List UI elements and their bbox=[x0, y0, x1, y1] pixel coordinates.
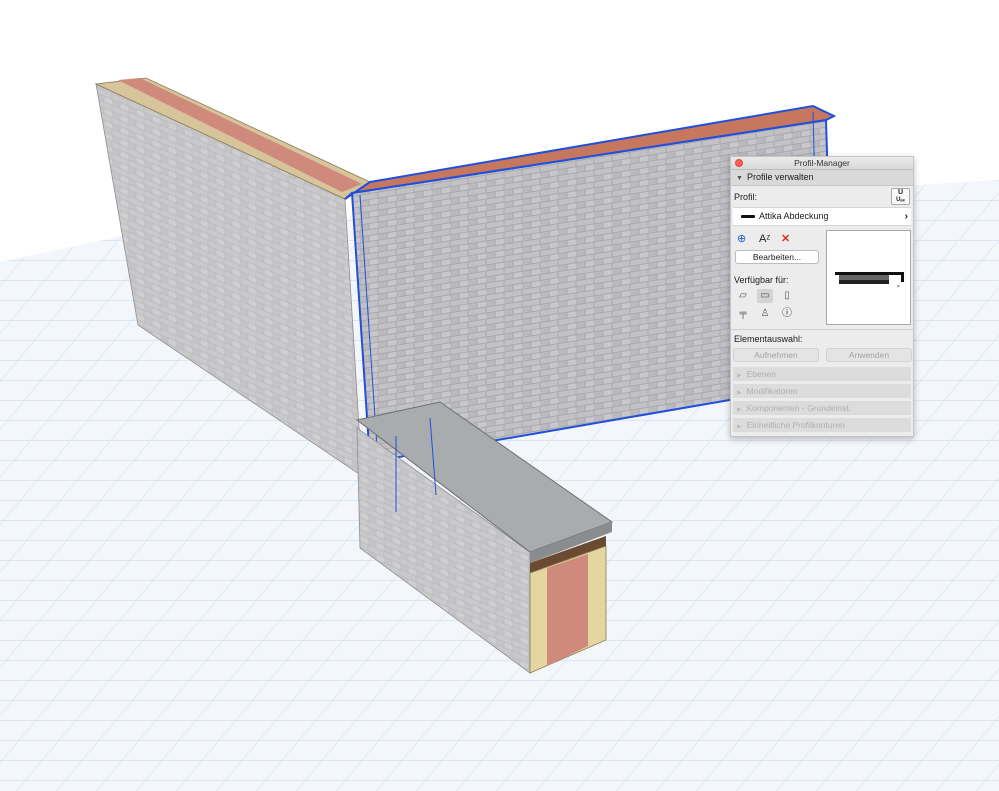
disclosure-closed-icon: ▶ bbox=[737, 373, 742, 379]
selection-label: Elementauswahl: bbox=[734, 334, 803, 344]
disclosure-closed-icon: ▶ bbox=[737, 424, 742, 430]
railing-icon[interactable]: ╤ bbox=[735, 307, 751, 321]
wall-icon[interactable]: ▱ bbox=[735, 289, 751, 303]
edit-button[interactable]: Bearbeiten... bbox=[735, 250, 819, 264]
delete-icon[interactable]: ✕ bbox=[781, 232, 790, 246]
disclosure-closed-icon: ▶ bbox=[737, 407, 742, 413]
column-icon[interactable]: ▯ bbox=[779, 289, 795, 303]
unit-display-text: Uₐₑ bbox=[896, 197, 905, 203]
disclosure-closed-icon: ▶ bbox=[737, 390, 742, 396]
add-icon[interactable]: ⊕ bbox=[737, 232, 746, 246]
section-ebenen-label: Ebenen bbox=[746, 369, 776, 379]
svg-text:×: × bbox=[897, 284, 900, 290]
available-label: Verfügbar für: bbox=[734, 275, 789, 285]
section-profile-verwalten[interactable]: ▼ Profile verwalten bbox=[731, 170, 913, 186]
section-modifikatoren[interactable]: ▶ Modifikatoren bbox=[733, 384, 911, 398]
close-icon[interactable] bbox=[735, 159, 743, 167]
profile-preview: × bbox=[826, 230, 911, 325]
profile-label: Profil: bbox=[734, 192, 758, 202]
section-title: Profile verwalten bbox=[746, 172, 814, 182]
chevron-right-icon: › bbox=[904, 211, 908, 222]
beam-icon[interactable]: ▭ bbox=[757, 289, 773, 303]
section-profilkonturen[interactable]: ▶ Einheitliche Profilkonturen bbox=[733, 418, 911, 432]
profile-row: Profil: U Uₐₑ bbox=[731, 186, 913, 205]
profile-selector[interactable]: Attika Abdeckung › bbox=[733, 207, 911, 226]
unit-display-icon[interactable]: U Uₐₑ bbox=[891, 188, 910, 205]
section-modifikatoren-label: Modifikatoren bbox=[746, 386, 798, 396]
take-button[interactable]: Aufnehmen bbox=[733, 348, 819, 362]
apply-button[interactable]: Anwenden bbox=[826, 348, 912, 362]
object-icon[interactable]: ♙ bbox=[757, 307, 773, 321]
info-icon[interactable]: ⓘ bbox=[779, 307, 795, 321]
available-for-icons: ▱ ▭ ▯ ╤ ♙ ⓘ bbox=[735, 289, 795, 325]
section-komponenten-label: Komponenten - Grundeinst. bbox=[746, 403, 852, 413]
profile-name: Attika Abdeckung bbox=[759, 211, 829, 221]
profile-manager-palette: Profil-Manager ▼ Profile verwalten Profil… bbox=[730, 156, 914, 437]
divider bbox=[731, 329, 913, 330]
disclosure-open-icon: ▼ bbox=[736, 175, 743, 182]
palette-titlebar[interactable]: Profil-Manager bbox=[731, 157, 913, 170]
profile-preview-drawing: × bbox=[835, 272, 904, 290]
section-profilkonturen-label: Einheitliche Profilkonturen bbox=[746, 420, 845, 430]
palette-title: Profil-Manager bbox=[794, 158, 850, 168]
section-ebenen[interactable]: ▶ Ebenen bbox=[733, 367, 911, 381]
profile-swatch-icon bbox=[741, 215, 755, 218]
rename-icon[interactable]: Aᶻ bbox=[759, 232, 770, 246]
section-komponenten[interactable]: ▶ Komponenten - Grundeinst. bbox=[733, 401, 911, 415]
profile-tools: ⊕ Aᶻ ✕ bbox=[737, 232, 827, 246]
